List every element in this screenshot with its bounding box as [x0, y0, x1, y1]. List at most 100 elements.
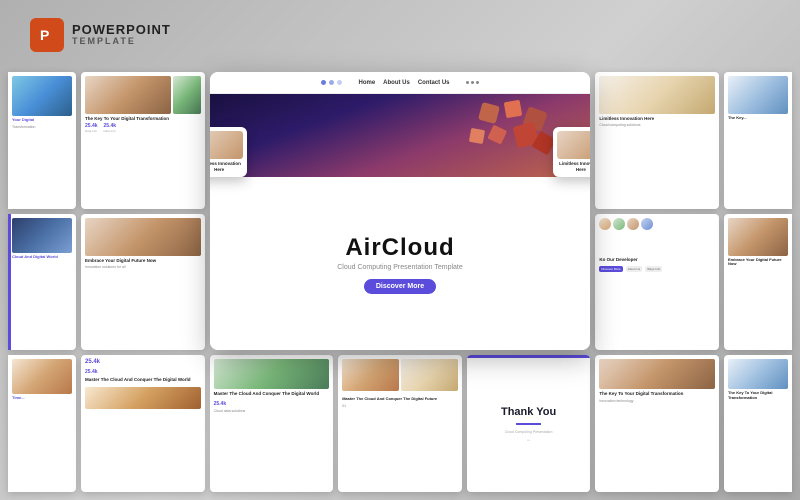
slide-r1c2[interactable]: The Key To Your Digital Transformation 2… — [81, 72, 205, 209]
stat-large: 25.4k — [85, 359, 100, 365]
slide-r1c1[interactable]: Your Digital Transformation — [8, 72, 76, 209]
slide-img — [599, 76, 715, 114]
hero-bg — [210, 94, 591, 179]
hero-nav: Home About Us Contact Us — [210, 72, 591, 94]
slide-img — [728, 359, 788, 389]
slide-title: Master The Cloud And Conquer The Digital… — [85, 377, 201, 382]
slide-label: Your Digital — [12, 118, 72, 123]
float-right-label: Limitless Innovation Here — [557, 161, 590, 173]
slide-title: The Key To Your Digital Transformation — [599, 391, 715, 396]
slide-r3c2[interactable]: 25.4k 25.4k Master The Cloud And Conquer… — [81, 355, 205, 492]
slide-stat: 25.4k — [214, 401, 330, 407]
slide-img — [728, 218, 788, 256]
slide-r2c1[interactable]: Cloud And Digital World — [8, 214, 76, 351]
dot-r3 — [476, 81, 479, 84]
img-right — [401, 359, 458, 391]
slide-content: Time... — [8, 355, 76, 492]
slide-content: Embrace Your Digital Future Now Innovati… — [81, 214, 205, 351]
dot-r2 — [471, 81, 474, 84]
tag-2: About Us — [626, 266, 642, 272]
slide-content: Ko Our Developer Discover More About Us … — [595, 214, 719, 351]
dot-2 — [329, 80, 334, 85]
slide-r1c6[interactable]: Limitless Innovation Here Cloud computin… — [595, 72, 719, 209]
hero-float-left-card: Limitless Innovation Here — [210, 127, 247, 177]
slide-title: The Key To Your Digital Transformation — [85, 116, 201, 121]
slide-content: Master The Cloud And Conquer The Digital… — [210, 355, 334, 492]
ppt-subtitle: TEMPLATE — [72, 37, 171, 47]
slide-title: The Key To Your Digital Transformation — [728, 391, 788, 401]
slide-img — [85, 218, 201, 256]
nav-dots-left — [321, 80, 342, 85]
slide-content: Master The Cloud And Conquer The Digital… — [338, 355, 462, 492]
nav-contact[interactable]: Contact Us — [418, 80, 450, 86]
stat-large-2: 25.4k — [85, 369, 201, 375]
slide-content: The Key To Your Digital Transformation — [724, 355, 792, 492]
tag-1: Discover More — [599, 266, 622, 272]
slide-thank-you[interactable]: Thank You Cloud Computing Presentation •… — [467, 355, 591, 492]
slide-r3c7[interactable]: The Key To Your Digital Transformation — [724, 355, 792, 492]
slide-title: Embrace Your Digital Future Now — [728, 258, 788, 268]
ty-subtitle: Cloud Computing Presentation — [505, 430, 553, 434]
slide-r2c2[interactable]: Embrace Your Digital Future Now Innovati… — [81, 214, 205, 351]
slide-r3c6[interactable]: The Key To Your Digital Transformation I… — [595, 355, 719, 492]
nav-home[interactable]: Home — [358, 80, 375, 86]
slide-content: Your Digital Transformation — [8, 72, 76, 209]
ppt-icon: P — [30, 18, 64, 52]
slide-r2c6[interactable]: Ko Our Developer Discover More About Us … — [595, 214, 719, 351]
nav-about[interactable]: About Us — [383, 80, 410, 86]
slide-content: Cloud And Digital World — [8, 214, 76, 351]
slide-body: Cloud data solutions — [214, 409, 330, 414]
slide-body: Cloud computing solutions — [599, 123, 715, 128]
ppt-title: POWERPOINT — [72, 23, 171, 37]
slide-title: Master The Cloud And Conquer The Digital… — [214, 391, 330, 396]
img-left — [342, 359, 399, 391]
slide-r2c7[interactable]: Embrace Your Digital Future Now — [724, 214, 792, 351]
slide-r3c4[interactable]: Master The Cloud And Conquer The Digital… — [338, 355, 462, 492]
hero-tagline: Cloud Computing Presentation Template — [337, 264, 463, 271]
top-bar — [467, 355, 591, 358]
slide-body: Innovation technology — [599, 399, 715, 404]
float-left-label: Limitless Innovation Here — [210, 161, 243, 173]
dot-1 — [321, 80, 326, 85]
slide-content: 25.4k 25.4k Master The Cloud And Conquer… — [81, 355, 205, 492]
dot-3 — [337, 80, 342, 85]
slide-title: Cloud And Digital World — [12, 255, 72, 260]
slides-grid: Your Digital Transformation The Key To Y… — [8, 72, 792, 492]
slide-img — [214, 359, 330, 389]
side-img — [173, 76, 201, 114]
slide-r3c3[interactable]: Master The Cloud And Conquer The Digital… — [210, 355, 334, 492]
slide-title: The Key... — [728, 116, 788, 121]
dot-r1 — [466, 81, 469, 84]
slide-content: The Key... — [724, 72, 792, 209]
main-img — [85, 76, 171, 114]
slide-r3c1[interactable]: Time... — [8, 355, 76, 492]
slide-content: Limitless Innovation Here Cloud computin… — [595, 72, 719, 209]
avatar-3 — [627, 218, 639, 230]
slide-num: 01 — [342, 404, 458, 408]
powerpoint-logo: P POWERPOINT TEMPLATE — [30, 18, 171, 52]
slide-stats: 25.4kData Info 25.4kData Info — [85, 123, 201, 133]
avatar-4 — [641, 218, 653, 230]
slide-body: Transformation — [12, 125, 72, 130]
hero-discover-btn[interactable]: Discover More — [364, 279, 436, 294]
hero-slide[interactable]: Home About Us Contact Us — [210, 72, 591, 350]
hero-brand: AirCloud — [345, 234, 454, 262]
avatar-1 — [599, 218, 611, 230]
float-right-img — [557, 131, 590, 159]
ppt-text: POWERPOINT TEMPLATE — [72, 23, 171, 47]
slide-title: Time... — [12, 396, 72, 401]
slide-title: Embrace Your Digital Future Now — [85, 258, 201, 263]
slide-img — [728, 76, 788, 114]
slide-r1c7[interactable]: The Key... — [724, 72, 792, 209]
slide-title: Master The Cloud And Conquer The Digital… — [342, 396, 458, 401]
slide-img — [12, 359, 72, 394]
slide-content: The Key To Your Digital Transformation 2… — [81, 72, 205, 209]
slide-img — [85, 387, 201, 409]
ty-dots: ••• — [527, 438, 530, 442]
ty-underline — [516, 423, 541, 425]
thank-you-title: Thank You — [501, 406, 556, 418]
slide-img — [12, 218, 72, 253]
thank-you-content: Thank You Cloud Computing Presentation •… — [467, 355, 591, 492]
hero-inner: Home About Us Contact Us — [210, 72, 591, 350]
hero-content: AirCloud Cloud Computing Presentation Te… — [210, 177, 591, 350]
